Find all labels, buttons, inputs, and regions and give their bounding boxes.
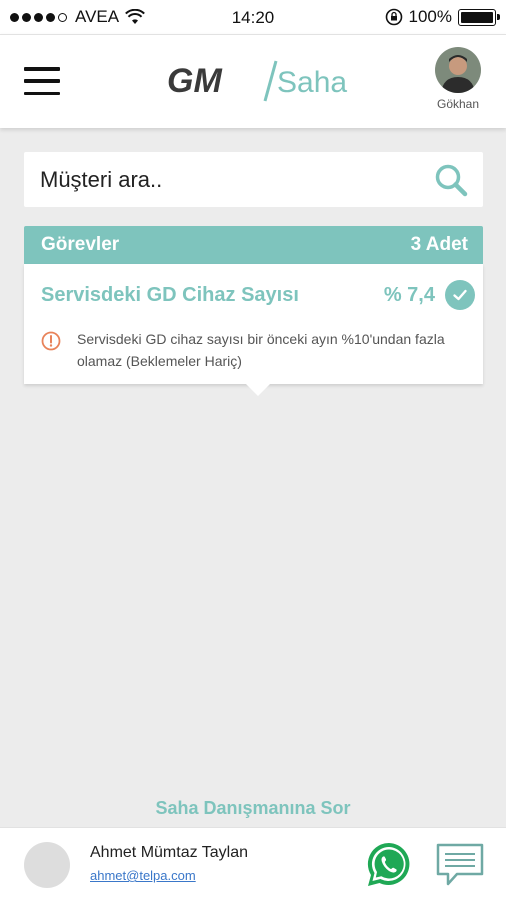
signal-icon (10, 12, 67, 22)
wifi-icon (125, 9, 146, 24)
task-card[interactable]: Servisdeki GD Cihaz Sayısı % 7,4 Servisd… (24, 264, 483, 396)
tasks-count: 3 Adet (410, 234, 468, 255)
logo-saha: Saha (277, 66, 347, 99)
avatar-name: Gökhan (436, 97, 480, 111)
app-logo: GM Saha (167, 60, 347, 102)
hamburger-menu-icon[interactable] (24, 67, 60, 95)
battery-percent: 100% (408, 7, 452, 26)
task-note-text: Servisdeki GD cihaz sayısı bir önceki ay… (77, 331, 445, 369)
search-input[interactable] (40, 166, 433, 193)
battery-icon (458, 8, 500, 26)
rotation-lock-icon (385, 8, 402, 26)
search-bar (24, 152, 483, 207)
logo-gm: GM (167, 62, 222, 100)
search-icon[interactable] (433, 162, 469, 198)
info-icon (41, 331, 61, 351)
consultant-email-link[interactable]: ahmet@telpa.com (90, 868, 196, 883)
consultant-name: Ahmet Mümtaz Taylan (90, 844, 248, 861)
app-header: GM Saha Gökhan (0, 34, 506, 128)
user-profile[interactable]: Gökhan (430, 47, 486, 111)
avatar (435, 47, 481, 93)
whatsapp-icon[interactable] (364, 840, 414, 890)
consultant-avatar (24, 842, 70, 888)
task-value: % 7,4 (383, 283, 435, 306)
check-icon (445, 280, 475, 310)
ask-consultant-link[interactable]: Saha Danışmanına Sor (0, 798, 506, 819)
task-title: Servisdeki GD Cihaz Sayısı (41, 283, 299, 306)
message-icon[interactable] (435, 842, 485, 888)
tasks-header[interactable]: Görevler 3 Adet (24, 226, 483, 264)
status-bar: AVEA 14:20 100% (0, 0, 506, 34)
tasks-title: Görevler (41, 234, 120, 255)
task-note: Servisdeki GD cihaz sayısı bir önceki ay… (41, 328, 469, 372)
contact-footer: Ahmet Mümtaz Taylan ahmet@telpa.com (0, 827, 506, 900)
carrier-label: AVEA (75, 7, 120, 26)
task-row: Servisdeki GD Cihaz Sayısı % 7,4 (41, 280, 475, 310)
